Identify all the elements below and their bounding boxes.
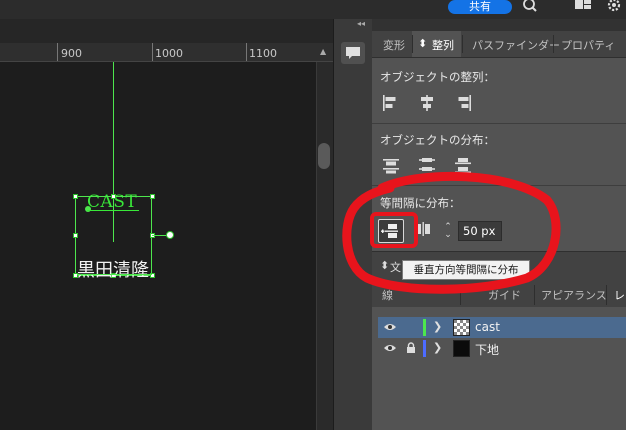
ruler-tick-1100: 1100 (249, 47, 277, 60)
distribute-top-icon[interactable] (381, 156, 401, 176)
tab-layers[interactable]: レ (614, 287, 625, 303)
artboard-canvas[interactable] (0, 62, 316, 430)
name-text-object[interactable]: 黒田清隆 (77, 256, 149, 282)
spacing-value-input[interactable]: 50 px (458, 221, 502, 241)
panel-top-strip (372, 19, 626, 31)
tab-transform[interactable]: 変形 (383, 37, 405, 53)
bbox-handle-tl[interactable] (73, 194, 78, 199)
layer-thumbnail (453, 319, 470, 336)
tab-appearance[interactable]: アピアランス (541, 287, 607, 303)
layer-row-base[interactable]: ❯ 下地 (378, 338, 626, 359)
distribute-bottom-icon[interactable] (453, 156, 473, 176)
tab-align-arrows-icon[interactable]: ⬍ (418, 37, 427, 50)
scrollbar-thumb[interactable] (318, 143, 330, 169)
layer-thumbnail (453, 340, 470, 357)
align-left-icon[interactable] (381, 93, 401, 113)
tab-pathfinder[interactable]: パスファインダー (472, 37, 560, 53)
collapsed-panel-dock (333, 19, 373, 430)
lock-icon[interactable] (406, 342, 416, 354)
stepper-down-icon[interactable]: ⌄ (441, 231, 455, 240)
expand-chevron-icon[interactable]: ❯ (433, 320, 442, 333)
visibility-eye-icon[interactable] (384, 343, 396, 353)
horizontal-distribute-space-icon[interactable] (413, 219, 435, 243)
tooltip: 垂直方向等間隔に分布 (402, 260, 530, 280)
document-tab-strip (0, 19, 333, 43)
comments-panel-button[interactable] (341, 42, 365, 64)
comment-icon (346, 47, 360, 59)
tab-stroke[interactable]: 線 (382, 287, 393, 303)
distribute-spacing-title: 等間隔に分布： (380, 196, 461, 210)
horizontal-ruler: 900 1000 1100 ▲ (0, 43, 333, 62)
arrange-documents-icon[interactable] (574, 0, 592, 10)
vertical-distribute-space-icon (381, 224, 398, 238)
align-horizontal-center-icon[interactable] (417, 93, 437, 113)
vertical-scrollbar[interactable] (316, 62, 334, 430)
spacing-stepper[interactable]: ⌃ ⌄ (441, 223, 455, 241)
align-right-icon[interactable] (453, 93, 473, 113)
scroll-up-arrow-icon[interactable]: ▲ (320, 47, 326, 56)
bbox-handle-tc[interactable] (111, 194, 116, 199)
vertical-distribute-space-button[interactable] (378, 219, 404, 243)
layer-color-swatch (423, 319, 426, 336)
collapsed-panel-label[interactable]: 文 (390, 259, 401, 275)
expand-chevron-icon[interactable]: ❯ (433, 341, 442, 354)
align-objects-title: オブジェクトの整列： (380, 70, 495, 84)
app-top-bar: 共有 (0, 0, 626, 19)
tab-properties[interactable]: プロパティ (561, 37, 615, 53)
layer-name[interactable]: 下地 (475, 341, 499, 358)
collapsed-panel-toggle[interactable]: ⬍ (380, 259, 389, 272)
search-icon[interactable] (522, 0, 538, 14)
gear-icon[interactable] (606, 0, 622, 13)
bbox-handle-tr[interactable] (150, 194, 155, 199)
bbox-handle-ml[interactable] (73, 233, 78, 238)
visibility-eye-icon[interactable] (384, 322, 396, 332)
collapse-arrows-icon[interactable]: ◂◂ (357, 19, 365, 28)
distribute-vertical-center-icon[interactable] (417, 156, 437, 176)
ruler-tick-1000: 1000 (155, 47, 183, 60)
layer-color-swatch (423, 340, 426, 357)
tab-guides[interactable]: ガイド (488, 287, 521, 303)
ruler-tick-900: 900 (61, 47, 82, 60)
tab-align[interactable]: 整列 (432, 37, 454, 53)
share-button-label: 共有 (469, 0, 491, 13)
layer-row-cast[interactable]: ❯ cast (378, 317, 626, 338)
name-text-baseline (77, 274, 152, 275)
layer-name[interactable]: cast (475, 320, 500, 334)
share-button[interactable]: 共有 (448, 0, 512, 14)
rotate-handle[interactable] (166, 231, 174, 239)
distribute-objects-title: オブジェクトの分布： (380, 133, 495, 147)
